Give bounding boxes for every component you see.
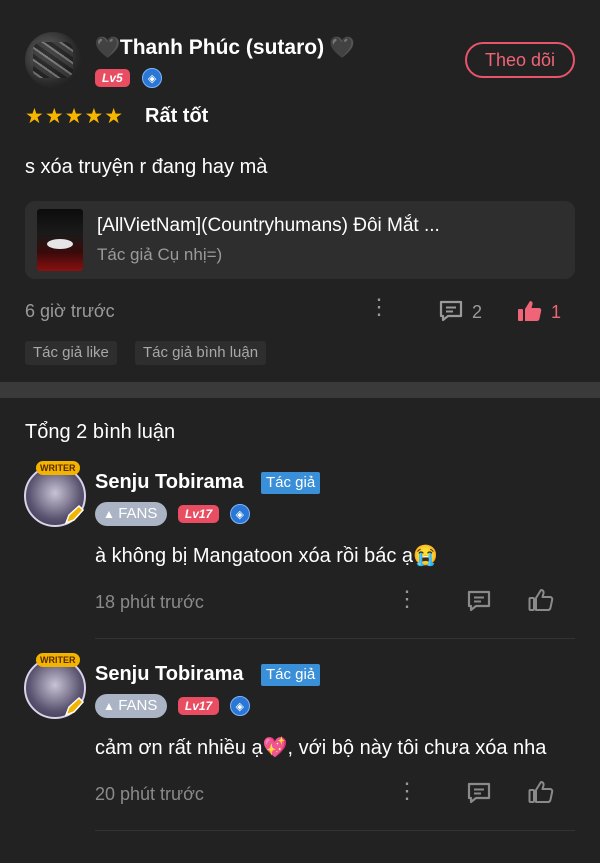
heart-icon: 🖤 [329, 37, 355, 59]
commenter-badges: ▲ FANS Lv17 ◈ [95, 502, 250, 526]
fans-label: FANS [118, 505, 158, 522]
section-divider [0, 382, 600, 398]
more-options-icon[interactable]: ⋮ [368, 296, 390, 318]
book-cover-image [37, 209, 83, 271]
comment-icon [467, 590, 491, 612]
tag-author-comment: Tác giả bình luận [135, 341, 267, 365]
thumbs-up-icon [528, 781, 554, 803]
commenter-badges: ▲ FANS Lv17 ◈ [95, 694, 250, 718]
like-button[interactable] [528, 588, 554, 612]
comment-icon [439, 300, 463, 322]
more-options-icon[interactable]: ⋮ [396, 780, 418, 802]
comment-button[interactable] [438, 299, 464, 323]
comment-time: 18 phút trước [95, 592, 204, 612]
fans-badge: ▲ FANS [95, 502, 168, 526]
verified-badge-icon: ◈ [142, 68, 163, 88]
verified-badge-icon: ◈ [229, 696, 250, 716]
book-card[interactable]: [AllVietNam](Countryhumans) Đôi Mắt ... … [25, 201, 575, 279]
level-badge: Lv17 [177, 505, 220, 523]
like-button[interactable] [528, 780, 554, 804]
pen-icon [62, 695, 86, 719]
thumbs-up-icon [528, 589, 554, 611]
book-author: Tác giả Cụ nhị=) [97, 245, 223, 264]
book-title: [AllVietNam](Countryhumans) Đôi Mắt ... [97, 215, 440, 236]
fans-icon: ▲ [103, 507, 119, 521]
tag-author-like: Tác giả like [25, 341, 117, 365]
comment-icon [467, 782, 491, 804]
rating-label: Rất tốt [145, 105, 209, 127]
writer-badge: WRITER [36, 653, 80, 667]
thumbs-up-icon [518, 301, 542, 321]
follow-button[interactable]: Theo dõi [465, 42, 575, 78]
reply-button[interactable] [466, 781, 492, 805]
level-badge: Lv17 [177, 697, 220, 715]
commenter-name[interactable]: Senju Tobirama [95, 471, 244, 494]
reviewer-name[interactable]: 🖤Thanh Phúc (sutaro) 🖤 [95, 35, 355, 60]
reply-button[interactable] [466, 589, 492, 613]
comment-text: à không bị Mangatoon xóa rồi bác ạ😭 [95, 545, 438, 567]
more-options-icon[interactable]: ⋮ [396, 588, 418, 610]
fans-icon: ▲ [103, 699, 119, 713]
comment-time: 20 phút trước [95, 784, 204, 804]
comment-count: 2 [472, 302, 483, 322]
reviewer-name-text: Thanh Phúc (sutaro) [119, 36, 325, 59]
comment-separator [95, 830, 575, 831]
verified-badge-icon: ◈ [229, 504, 250, 524]
commenter-name[interactable]: Senju Tobirama [95, 663, 244, 686]
like-button[interactable] [517, 299, 543, 323]
comment-text: cảm ơn rất nhiều ạ💖, với bộ này tôi chưa… [95, 737, 547, 759]
rating-stars-icon: ★★★★★ [25, 105, 125, 128]
like-count: 1 [551, 302, 562, 322]
fans-badge: ▲ FANS [95, 694, 168, 718]
level-badge: Lv5 [95, 69, 130, 87]
comment-separator [95, 638, 575, 639]
reviewer-badges: Lv5 ◈ [95, 68, 163, 88]
review-time: 6 giờ trước [25, 301, 115, 321]
fans-label: FANS [118, 697, 158, 714]
reviewer-avatar[interactable] [25, 32, 81, 88]
review-text: s xóa truyện r đang hay mà [25, 156, 268, 178]
comments-total: Tổng 2 bình luận [25, 421, 176, 443]
writer-badge: WRITER [36, 461, 80, 475]
heart-icon: 🖤 [95, 37, 120, 59]
author-tag: Tác giả [261, 664, 321, 686]
pen-icon [62, 503, 86, 527]
author-tag: Tác giả [261, 472, 321, 494]
